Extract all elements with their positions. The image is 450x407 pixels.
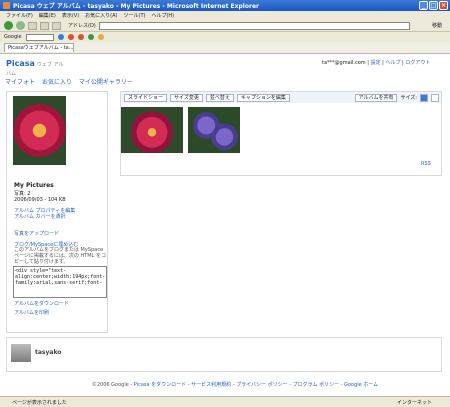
album-title: My Pictures	[14, 182, 54, 189]
menu-favorites[interactable]: お気に入り(A)	[85, 12, 117, 19]
slideshow-button[interactable]: スライドショー	[124, 93, 168, 102]
popup-blocker-icon[interactable]	[67, 34, 74, 40]
album-cover-image[interactable]	[13, 96, 66, 165]
autofill-icon[interactable]	[87, 34, 94, 40]
main-nav: マイフォト お気に入り マイ公開ギャラリー	[5, 77, 138, 86]
logout-link[interactable]: ログアウト	[405, 60, 430, 66]
share-album-button[interactable]: アルバムを共有	[354, 93, 398, 102]
browser-toolbar: アドレス(D) 移動	[0, 20, 450, 32]
size-large-button[interactable]	[431, 93, 439, 102]
photo-thumbnail-violets[interactable]	[188, 107, 240, 153]
address-label: アドレス(D)	[68, 23, 96, 29]
photo-toolbar: スライドショー サイズ変更 並べ替え キャプションを編集 アルバムを共有 サイズ…	[121, 92, 441, 103]
menu-view[interactable]: 表示(V)	[62, 12, 79, 19]
menu-bar: ファイル(F) 編集(E) 表示(V) お気に入り(A) ツール(T) ヘルプ(…	[0, 11, 450, 20]
album-size: 104 KB	[47, 197, 66, 203]
download-album-link[interactable]: アルバムをダウンロード	[14, 300, 69, 307]
menu-edit[interactable]: 編集(E)	[39, 12, 56, 19]
size-label: サイズ:	[400, 95, 417, 101]
back-icon[interactable]	[4, 21, 13, 30]
home-icon[interactable]	[52, 21, 61, 30]
google-toolbar-label: Google	[4, 34, 22, 40]
edit-captions-button[interactable]: キャプションを編集	[236, 93, 290, 102]
size-small-button[interactable]	[420, 93, 428, 102]
album-date-size: 2006/09/03 - 104 KB	[14, 197, 66, 203]
album-date: 2006/09/03	[14, 197, 43, 203]
settings-link[interactable]: 設定	[371, 60, 381, 66]
rss-link[interactable]: RSS	[421, 161, 431, 167]
copyright: ©2006 Google	[91, 382, 129, 388]
status-bar: ページが表示されました インターネット	[0, 396, 450, 407]
menu-tools[interactable]: ツール(T)	[124, 12, 146, 19]
myspace-note: このアルバムをブログまたは MySpace ページに掲載するには、次の HTML…	[14, 247, 106, 265]
resize-button[interactable]: サイズ変更	[170, 93, 203, 102]
window-titlebar: Picasa ウェブ アルバム - tasyako - My Pictures …	[0, 0, 450, 11]
stop-icon[interactable]	[28, 21, 37, 30]
footer-download-link[interactable]: Picasa をダウンロード	[134, 382, 186, 388]
highlight-icon[interactable]	[97, 34, 104, 40]
user-bar: ta***@gmail.com | 設定 | ヘルプ | ログアウト	[322, 60, 431, 66]
window-title: Picasa ウェブ アルバム - tasyako - My Pictures …	[13, 3, 259, 10]
help-link[interactable]: ヘルプ	[385, 60, 400, 66]
window-controls: _ □ ×	[419, 1, 448, 10]
print-album-link[interactable]: アルバムを印刷	[14, 309, 49, 316]
tab-bar: Picasaウェブアルバム - ta...	[0, 42, 450, 54]
pagerank-icon[interactable]	[77, 34, 84, 40]
internet-zone: インターネット	[396, 399, 432, 406]
maximize-button[interactable]: □	[429, 1, 438, 10]
photo-count: 写真: 2	[14, 191, 31, 197]
status-text: ページが表示されました	[12, 399, 67, 406]
nav-favorites[interactable]: お気に入り	[42, 79, 72, 86]
footer-program-policy-link[interactable]: プログラム ポリシー	[293, 382, 339, 388]
owner-name[interactable]: tasyako	[35, 349, 61, 356]
logo-text: Picasa	[6, 59, 35, 68]
sort-button[interactable]: 並べ替え	[205, 93, 234, 102]
refresh-icon[interactable]	[40, 21, 49, 30]
address-input[interactable]	[98, 21, 410, 30]
minimize-button[interactable]: _	[419, 1, 428, 10]
owner-box	[6, 337, 442, 372]
choose-cover-link[interactable]: アルバム カバーを選択	[14, 213, 66, 220]
tab-picasa[interactable]: Picasaウェブアルバム - ta...	[4, 43, 74, 52]
google-search-input[interactable]	[25, 33, 54, 41]
owner-avatar[interactable]	[11, 344, 31, 362]
photo-thumbnail-peony[interactable]	[121, 107, 183, 153]
upload-link[interactable]: 写真をアップロード	[14, 230, 59, 237]
close-button[interactable]: ×	[439, 1, 448, 10]
picasa-logo[interactable]: Picasa ウェブ アルバム	[6, 59, 66, 77]
search-icon[interactable]	[57, 34, 64, 40]
google-toolbar: Google	[0, 32, 450, 42]
nav-my-photos[interactable]: マイフォト	[5, 79, 35, 86]
menu-file[interactable]: ファイル(F)	[6, 12, 33, 19]
footer-google-home-link[interactable]: Google ホーム	[344, 382, 378, 388]
footer: ©2006 Google - Picasa をダウンロード - サービス利用規約…	[91, 382, 379, 388]
nav-public-gallery[interactable]: マイ公開ギャラリー	[79, 79, 133, 86]
go-button[interactable]: 移動	[432, 22, 442, 29]
user-email: ta***@gmail.com	[322, 60, 366, 66]
menu-help[interactable]: ヘルプ(H)	[151, 12, 174, 19]
footer-terms-link[interactable]: サービス利用規約	[191, 382, 231, 388]
embed-code-textarea[interactable]: <div style="text-align:center;width:194p…	[13, 266, 107, 298]
ie-icon	[3, 2, 10, 9]
forward-icon[interactable]	[16, 21, 25, 30]
footer-privacy-link[interactable]: プライバシー ポリシー	[236, 382, 288, 388]
